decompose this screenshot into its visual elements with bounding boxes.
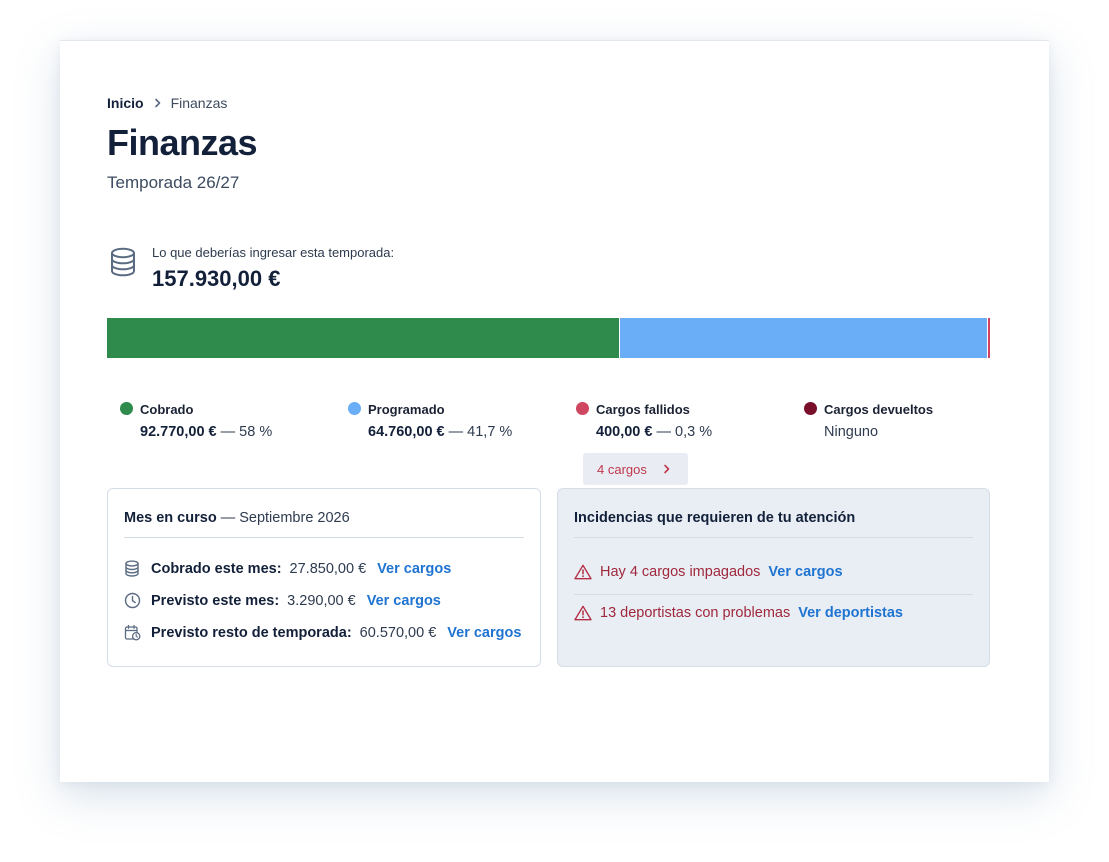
row-value: 60.570,00 €	[359, 624, 437, 641]
month-row-rest-season: Previsto resto de temporada: 60.570,00 €…	[124, 624, 521, 641]
incident-text: Hay 4 cargos impagados	[600, 564, 761, 580]
row-label: Previsto resto de temporada:	[151, 624, 352, 641]
view-charges-link[interactable]: Ver cargos	[377, 561, 451, 577]
legend-value: Ninguno	[824, 424, 879, 440]
database-icon	[124, 560, 144, 577]
legend-dot-devueltos	[804, 402, 817, 415]
progress-segment-cobrado	[107, 318, 619, 358]
calendar-clock-icon	[124, 624, 144, 641]
page-content: Inicio Finanzas Finanzas Temporada 26/27…	[107, 93, 990, 668]
divider	[574, 537, 973, 538]
failed-charges-button[interactable]: 4 cargos	[583, 453, 688, 485]
month-row-expected: Previsto este mes: 3.290,00 € Ver cargos	[124, 592, 441, 609]
divider	[124, 537, 524, 538]
row-value: 3.290,00 €	[287, 592, 356, 609]
expected-income-value: 157.930,00 €	[152, 266, 281, 291]
breadcrumb: Inicio Finanzas	[107, 93, 990, 113]
expected-income-label: Lo que deberías ingresar esta temporada:	[152, 245, 395, 260]
row-label: Previsto este mes:	[151, 592, 280, 609]
month-row-collected: Cobrado este mes: 27.850,00 € Ver cargos	[124, 560, 451, 577]
current-month-title: Mes en curso — Septiembre 2026	[124, 510, 350, 526]
legend-value: 400,00 € — 0,3 %	[596, 424, 713, 440]
legend-name: Cargos fallidos	[596, 402, 690, 417]
legend-value: 64.760,00 € — 41,7 %	[368, 424, 513, 440]
progress-segment-cargos-fallidos	[987, 318, 990, 358]
income-progress-bar	[107, 318, 990, 358]
failed-charges-button-label: 4 cargos	[597, 461, 647, 477]
view-charges-link[interactable]: Ver cargos	[768, 564, 842, 580]
view-athletes-link[interactable]: Ver deportistas	[798, 605, 903, 621]
incident-text: 13 deportistas con problemas	[600, 605, 791, 621]
current-month-panel: Mes en curso — Septiembre 2026 Cobrado e…	[107, 488, 541, 667]
chevron-right-icon	[154, 98, 162, 108]
finance-card: Inicio Finanzas Finanzas Temporada 26/27…	[60, 40, 1049, 782]
page-title: Finanzas	[107, 122, 258, 163]
legend-dot-cobrado	[120, 402, 133, 415]
legend-name: Cargos devueltos	[824, 402, 934, 417]
progress-segment-programado	[619, 318, 987, 358]
breadcrumb-home-link[interactable]: Inicio	[107, 95, 144, 111]
summary-panels: Mes en curso — Septiembre 2026 Cobrado e…	[107, 488, 990, 668]
clock-icon	[124, 592, 144, 609]
incidents-panel: Incidencias que requieren de tu atención…	[557, 488, 990, 667]
legend-value: 92.770,00 € — 58 %	[140, 424, 273, 440]
row-label: Cobrado este mes:	[151, 560, 282, 577]
incident-row-unpaid: Hay 4 cargos impagados Ver cargos	[574, 564, 843, 580]
page-subtitle: Temporada 26/27	[107, 173, 240, 192]
database-icon	[109, 247, 137, 282]
legend-name: Cobrado	[140, 402, 194, 417]
view-charges-link[interactable]: Ver cargos	[447, 625, 521, 641]
chevron-right-icon	[663, 464, 671, 474]
breadcrumb-current: Finanzas	[170, 95, 228, 111]
legend: Cobrado 92.770,00 € — 58 % Programado 64…	[107, 398, 990, 488]
legend-dot-programado	[348, 402, 361, 415]
view-charges-link[interactable]: Ver cargos	[367, 593, 441, 609]
legend-name: Programado	[368, 402, 445, 417]
legend-dot-fallidos	[576, 402, 589, 415]
warning-icon	[574, 564, 592, 580]
divider	[574, 594, 973, 595]
expected-income: Lo que deberías ingresar esta temporada:…	[107, 243, 990, 293]
incident-row-athletes: 13 deportistas con problemas Ver deporti…	[574, 605, 903, 621]
warning-icon	[574, 605, 592, 621]
incidents-title: Incidencias que requieren de tu atención	[574, 510, 856, 526]
row-value: 27.850,00 €	[289, 560, 367, 577]
